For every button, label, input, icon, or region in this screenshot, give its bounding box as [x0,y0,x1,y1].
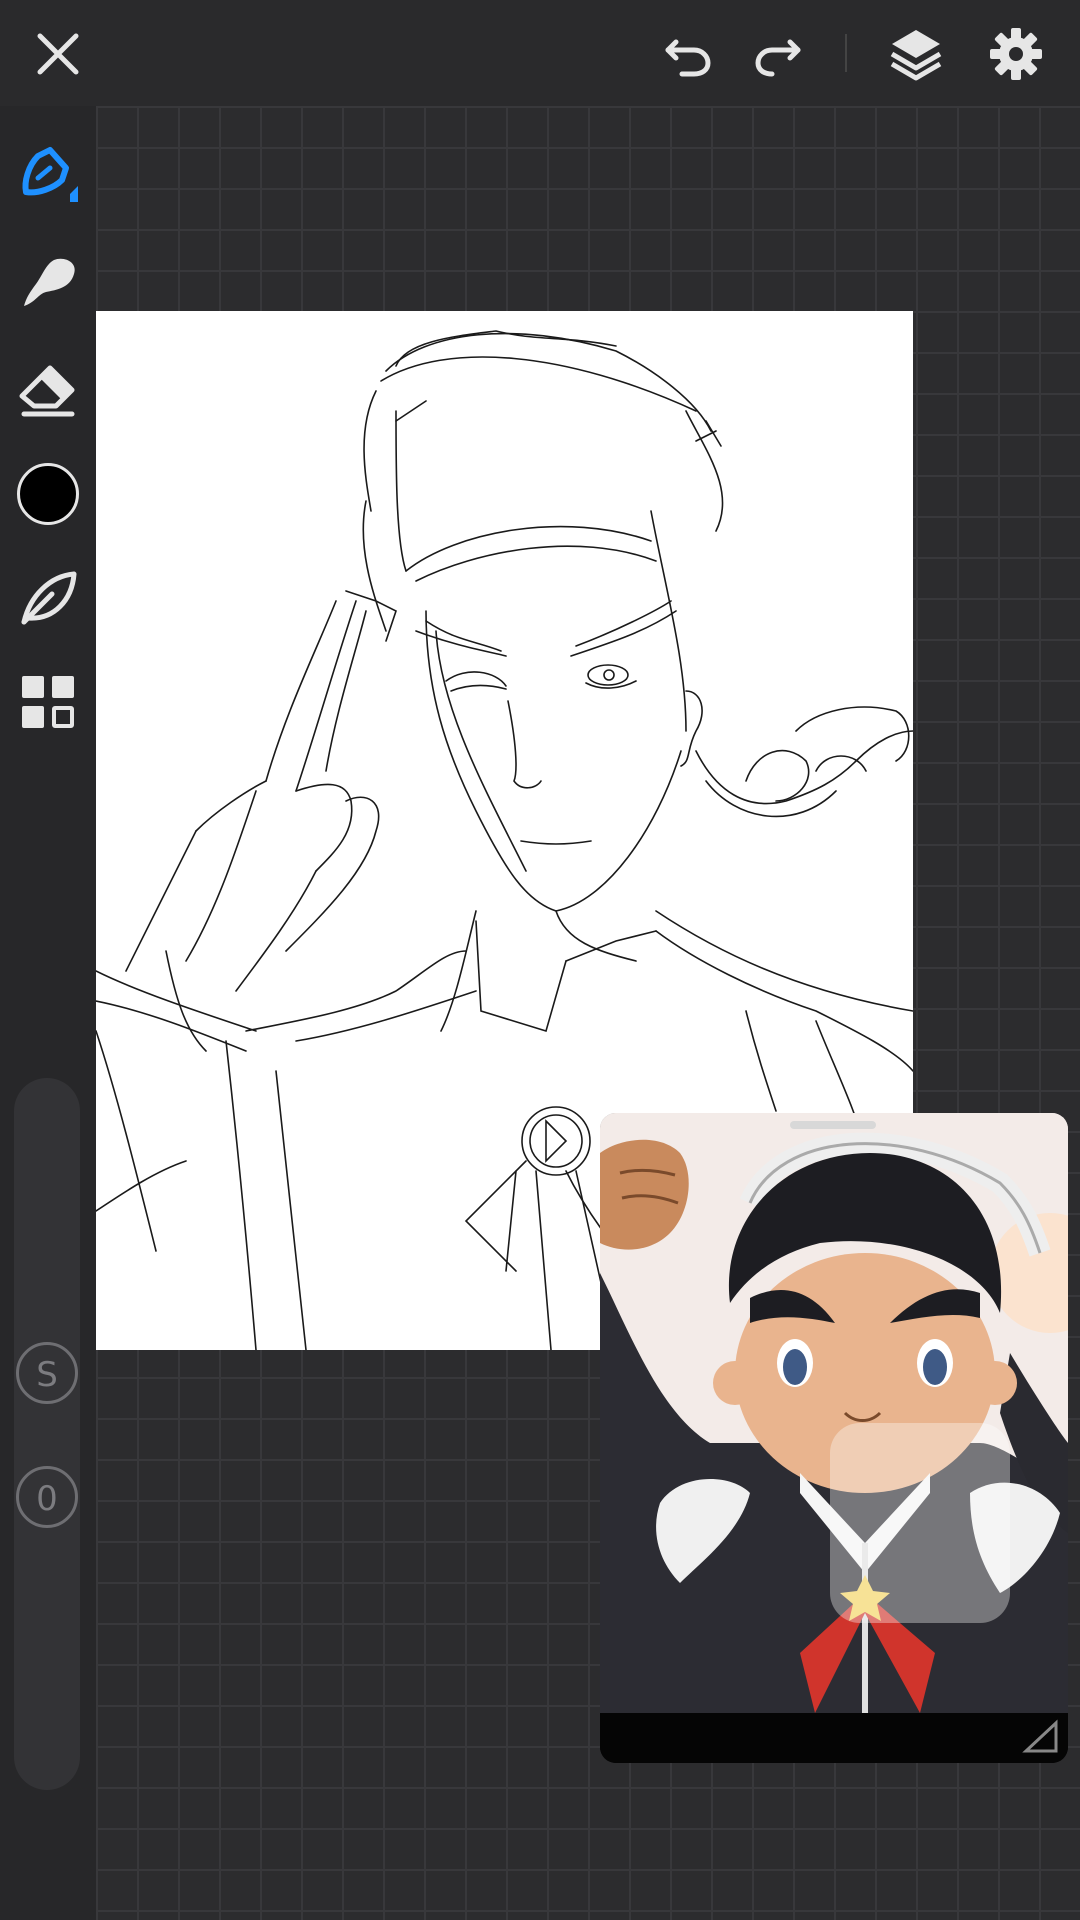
reference-footer [600,1713,1068,1763]
eraser-icon [19,365,75,417]
pen-tool-button[interactable] [8,134,88,214]
reference-video-window[interactable] [600,1113,1068,1763]
leaf-icon [21,571,77,625]
stabilizer-label: S [36,1355,58,1395]
undo-icon [665,39,711,77]
stabilizer-button[interactable]: S [16,1342,78,1404]
settings-button[interactable] [976,14,1056,94]
redo-icon [755,39,801,77]
resize-handle-icon[interactable] [1020,1719,1060,1755]
opacity-label: 0 [36,1479,58,1519]
smudge-icon [24,258,75,306]
reference-illustration [600,1113,1068,1713]
layers-button[interactable] [876,14,956,94]
color-picker-button[interactable] [8,454,88,534]
opacity-button[interactable]: 0 [16,1466,78,1528]
settings-icon [990,28,1042,80]
redo-button[interactable] [738,14,818,94]
close-button[interactable] [18,14,98,94]
drag-handle[interactable] [790,1121,876,1129]
toolbar-divider [845,34,847,72]
pen-icon [22,147,78,202]
top-toolbar [0,0,1080,106]
brush-library-button[interactable] [8,558,88,638]
close-icon [37,33,79,75]
panels-icon [22,676,74,728]
eraser-tool-button[interactable] [8,348,88,428]
layers-icon [890,30,942,81]
reference-image [600,1113,1068,1713]
smudge-tool-button[interactable] [8,242,88,322]
play-icon [830,1423,1010,1623]
current-color-swatch [17,463,79,525]
brush-size-slider[interactable]: S 0 [14,1078,80,1790]
panels-tool-button[interactable] [8,662,88,742]
undo-button[interactable] [648,14,728,94]
